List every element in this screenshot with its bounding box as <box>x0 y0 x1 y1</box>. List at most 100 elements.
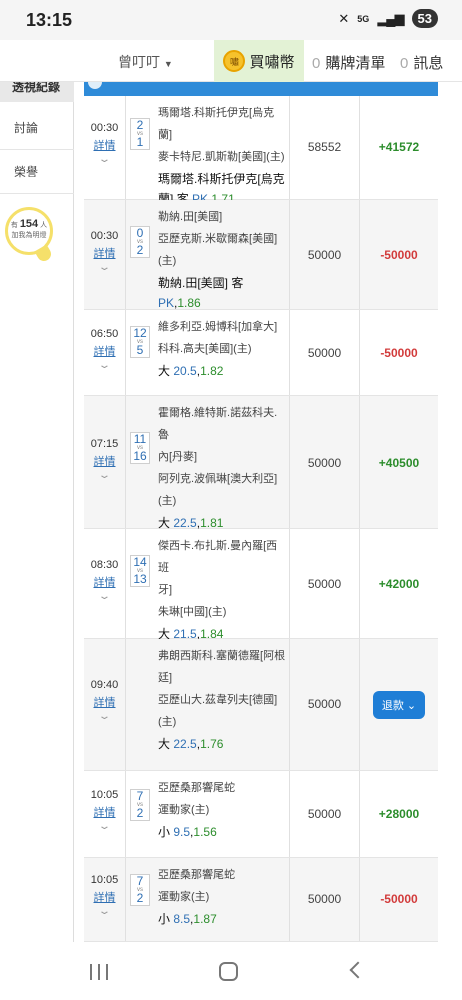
bet-amount: 50000 <box>307 577 342 591</box>
game-cell: 7 vs 2 亞歷桑那響尾蛇 運動家(主) 小 9.5,1.56 <box>126 771 290 857</box>
bet-pick: 小 8.5,1.87 <box>158 912 217 926</box>
detail-link[interactable]: 詳情 <box>84 694 125 710</box>
table-row: 08:30 詳情 ⌄ 14 vs 13 傑西卡.布扎斯.曼內羅[西班 牙] 朱琳[中… <box>84 529 438 641</box>
time-cell: 06:50 詳情 ⌄ <box>84 310 126 395</box>
team-line: 亞歷山大.茲韋列夫[德國] <box>158 694 278 706</box>
bet-odds: 1.87 <box>193 912 217 926</box>
game-cell: 11 vs 16 霍爾格.維特斯.諾茲科夫.魯 內[丹麥] 阿列克.波佩琳[澳大利亞… <box>126 396 290 530</box>
team-line: (主) <box>158 495 177 507</box>
detail-link[interactable]: 詳情 <box>84 574 125 590</box>
table-header <box>84 82 438 96</box>
home-score: 11 <box>133 432 147 446</box>
bet-pick: 大 22.5,1.76 <box>158 737 224 751</box>
refund-button[interactable]: 退款 ⌄ <box>372 691 426 719</box>
cart-link[interactable]: 0 購牌清單 <box>312 52 385 73</box>
away-score: 13 <box>133 572 147 586</box>
sidebar-item-records[interactable]: 透視紀錄 <box>0 82 74 102</box>
game-cell: 弗朗西斯科.塞蘭德羅[阿根 廷] 亞歷山大.茲韋列夫[德國] (主) 大 22.5,1… <box>126 639 290 770</box>
bulb-count: 154 <box>19 218 39 230</box>
amount-cell: 50000 <box>290 771 360 857</box>
detail-link[interactable]: 詳情 <box>84 889 125 905</box>
status-icons: ✕ 5G ▂▄▆ 53 <box>338 9 438 28</box>
sidebar-item-discussion[interactable]: 討論 <box>0 106 74 150</box>
home-icon[interactable] <box>219 962 238 981</box>
bet-line: 8.5 <box>173 912 191 926</box>
home-score: 14 <box>133 555 147 569</box>
top-bar: 曾叮叮 ▼ 嘯 買嘯幣 0 購牌清單 0 訊息 <box>0 40 462 82</box>
team-line: (主) <box>158 716 177 728</box>
result-cell: +40500 <box>360 396 438 528</box>
team-line: 瑪爾塔.科斯托伊克[烏克蘭] <box>158 107 275 141</box>
status-time: 13:15 <box>26 10 73 30</box>
bet-odds: 1.81 <box>200 516 224 530</box>
detail-link[interactable]: 詳情 <box>84 804 125 820</box>
result-cell: -50000 <box>360 200 438 309</box>
result-cell: -50000 <box>360 858 438 941</box>
match-time: 07:15 <box>90 438 119 450</box>
bulb-note: 加我為明燈 <box>11 232 47 239</box>
result-cell: 退款 ⌄ <box>360 639 438 770</box>
status-bar: 13:15 ✕ 5G ▂▄▆ 53 <box>0 0 462 40</box>
team-line: 內[丹麥] <box>158 451 198 463</box>
back-icon[interactable] <box>349 961 367 979</box>
chevron-down-icon: ⌄ <box>406 700 417 712</box>
sidebar-item-label: 榮譽 <box>14 165 39 179</box>
buy-coins-label: 買嘯幣 <box>249 53 295 71</box>
game-info: 霍爾格.維特斯.諾茲科夫.魯 內[丹麥] 阿列克.波佩琳[澳大利亞] (主) 大 22… <box>158 402 286 533</box>
home-score: 0 <box>136 226 144 240</box>
amount-cell: 50000 <box>290 310 360 395</box>
team-line: 亞歷桑那響尾蛇 <box>158 782 235 794</box>
team-line: 運動家(主) <box>158 891 210 903</box>
game-info: 亞歷桑那響尾蛇 運動家(主) 小 8.5,1.87 <box>158 864 286 929</box>
recent-apps-icon[interactable] <box>90 964 108 980</box>
team-line: 勒納.田[美國] <box>158 211 223 223</box>
result-cell: +41572 <box>360 96 438 199</box>
bet-amount: 50000 <box>307 697 342 711</box>
score-box: 12 vs 5 <box>130 326 150 358</box>
bet-amount: 50000 <box>307 892 342 906</box>
messages-link[interactable]: 0 訊息 <box>400 52 443 73</box>
android-nav-bar <box>0 942 462 1000</box>
bet-line: PK <box>158 296 175 310</box>
result-value: -50000 <box>380 892 418 906</box>
bet-side: 客 <box>231 276 244 290</box>
bet-team: 大 <box>158 737 171 751</box>
bet-pick: 勒納.田[美國] 客 PK,1.86 <box>158 276 244 310</box>
score-box: 11 vs 16 <box>130 432 150 464</box>
header-icon <box>88 82 102 89</box>
team-line: 霍爾格.維特斯.諾茲科夫.魯 <box>158 407 278 441</box>
detail-link[interactable]: 詳情 <box>84 343 125 359</box>
time-cell: 10:05 詳情 ⌄ <box>84 858 126 941</box>
user-menu[interactable]: 曾叮叮 ▼ <box>118 52 173 72</box>
result-value: +40500 <box>378 456 420 470</box>
team-line: 牙] <box>158 584 173 596</box>
team-line: 弗朗西斯科.塞蘭德羅[阿根 <box>158 650 286 662</box>
result-cell: +42000 <box>360 529 438 638</box>
detail-link[interactable]: 詳情 <box>84 245 125 261</box>
bet-line: 22.5 <box>173 516 197 530</box>
bet-odds: 1.82 <box>200 364 224 378</box>
home-score: 7 <box>136 874 144 888</box>
sidebar-item-honor[interactable]: 榮譽 <box>0 150 74 194</box>
away-score: 1 <box>136 135 144 149</box>
away-score: 2 <box>136 806 144 820</box>
match-time: 09:40 <box>90 679 119 691</box>
bet-odds: 1.76 <box>200 737 224 751</box>
away-score: 16 <box>133 449 147 463</box>
detail-link[interactable]: 詳情 <box>84 137 125 153</box>
team-line: 亞歷桑那響尾蛇 <box>158 869 235 881</box>
bet-line: 20.5 <box>173 364 197 378</box>
detail-link[interactable]: 詳情 <box>84 453 125 469</box>
buy-coins-button[interactable]: 嘯 買嘯幣 <box>214 40 304 82</box>
time-cell: 00:30 詳情 ⌄ <box>84 200 126 309</box>
bet-pick: 大 20.5,1.82 <box>158 364 224 378</box>
table-row: 10:05 詳情 ⌄ 7 vs 2 亞歷桑那響尾蛇 運動家(主) 小 8.5,1.… <box>84 858 438 942</box>
result-value: +42000 <box>378 577 420 591</box>
result-value: -50000 <box>380 346 418 360</box>
game-info: 傑西卡.布扎斯.曼內羅[西班 牙] 朱琳[中國](主) 大 21.5,1.84 <box>158 535 286 644</box>
table-row: 00:30 詳情 ⌄ 2 vs 1 瑪爾塔.科斯托伊克[烏克蘭] 麥卡特尼.凱斯勒… <box>84 96 438 206</box>
bet-pick: 小 9.5,1.56 <box>158 825 217 839</box>
time-cell: 08:30 詳情 ⌄ <box>84 529 126 638</box>
match-time: 10:05 <box>90 874 119 886</box>
table-row: 07:15 詳情 ⌄ 11 vs 16 霍爾格.維特斯.諾茲科夫.魯 內[丹麥] 阿… <box>84 396 438 530</box>
